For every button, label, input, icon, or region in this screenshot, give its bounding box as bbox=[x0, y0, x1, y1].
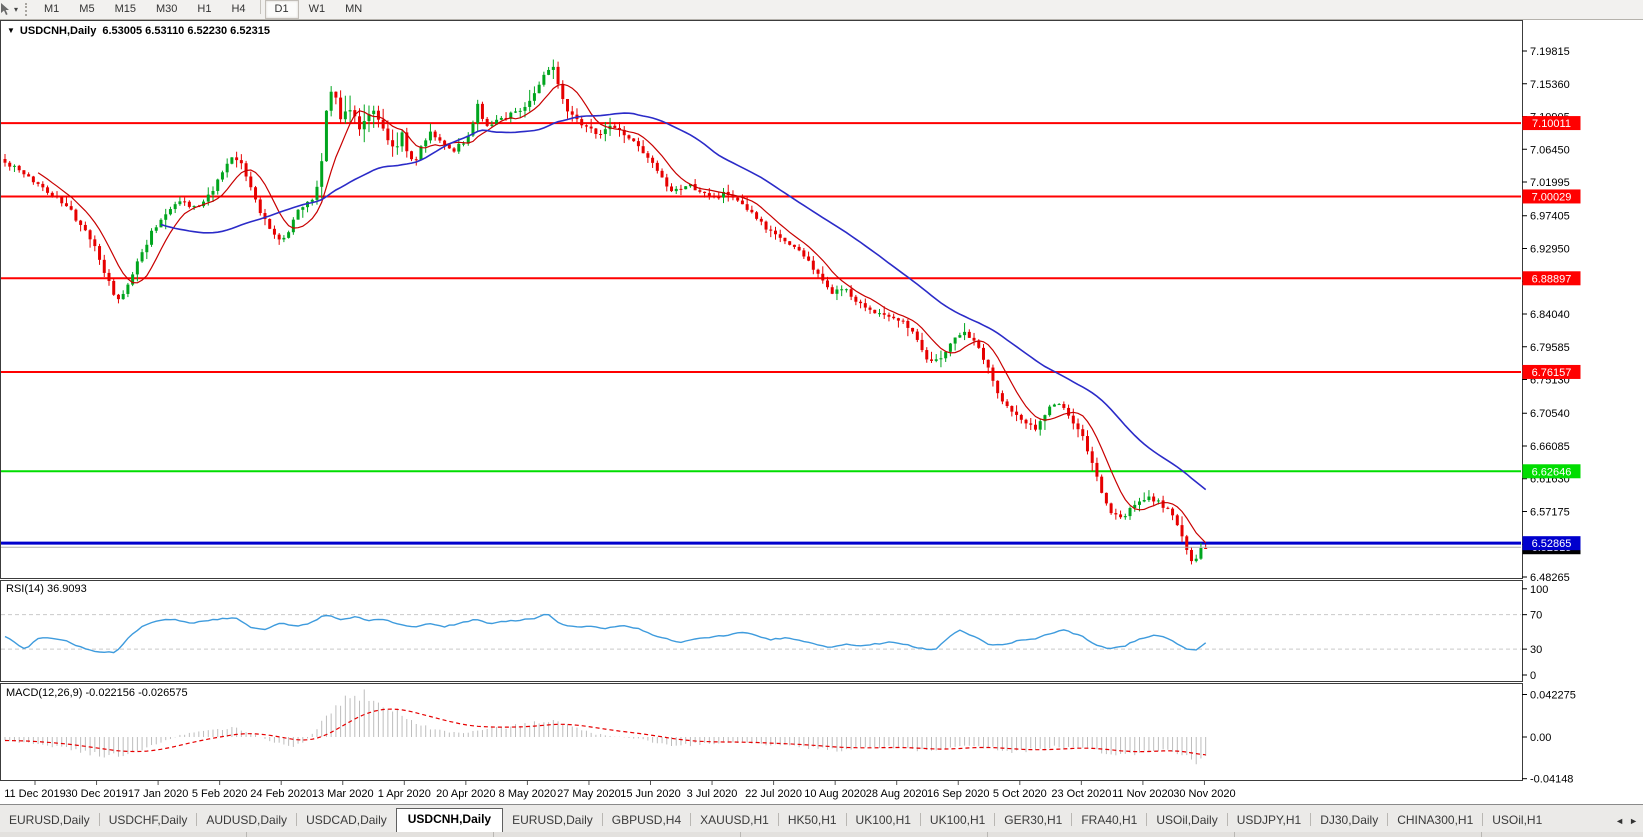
chart-title: ▼ USDCNH,Daily 6.53005 6.53110 6.52230 6.5… bbox=[7, 25, 270, 37]
chart-tab-usdcnh-daily-4[interactable]: USDCNH,Daily bbox=[396, 808, 503, 832]
svg-text:30: 30 bbox=[1530, 644, 1542, 656]
chart-tab-eurusd-daily-0[interactable]: EURUSD,Daily bbox=[0, 810, 99, 832]
svg-text:23 Oct 2020: 23 Oct 2020 bbox=[1051, 788, 1111, 800]
svg-text:10 Aug 2020: 10 Aug 2020 bbox=[804, 788, 866, 800]
svg-text:24 Feb 2020: 24 Feb 2020 bbox=[250, 788, 312, 800]
svg-text:6.66085: 6.66085 bbox=[1530, 441, 1570, 453]
mt4-chart-window: ▾ M1M5M15M30H1H4D1W1MN 7.198157.153607.1… bbox=[0, 0, 1643, 837]
macd-name: MACD(12,26,9) bbox=[6, 687, 82, 699]
svg-text:6.97405: 6.97405 bbox=[1530, 211, 1570, 223]
svg-text:0.00: 0.00 bbox=[1530, 732, 1551, 744]
svg-text:7.06450: 7.06450 bbox=[1530, 144, 1570, 156]
svg-text:0.042275: 0.042275 bbox=[1530, 690, 1576, 702]
svg-text:6.92950: 6.92950 bbox=[1530, 243, 1570, 255]
svg-text:22 Jul 2020: 22 Jul 2020 bbox=[745, 788, 802, 800]
svg-text:15 Jun 2020: 15 Jun 2020 bbox=[620, 788, 681, 800]
chart-tab-uk100-h1-9[interactable]: UK100,H1 bbox=[847, 810, 920, 832]
chart-tab-usoil-daily-13[interactable]: USOil,Daily bbox=[1147, 810, 1226, 832]
svg-text:28 Aug 2020: 28 Aug 2020 bbox=[866, 788, 928, 800]
svg-text:16 Sep 2020: 16 Sep 2020 bbox=[927, 788, 989, 800]
svg-text:6.88897: 6.88897 bbox=[1532, 273, 1572, 285]
svg-text:1 Apr 2020: 1 Apr 2020 bbox=[378, 788, 431, 800]
chart-tab-hk50-h1-8[interactable]: HK50,H1 bbox=[779, 810, 846, 832]
svg-text:3 Jul 2020: 3 Jul 2020 bbox=[687, 788, 738, 800]
time-axis[interactable]: 11 Dec 201930 Dec 201917 Jan 20205 Feb 2… bbox=[4, 781, 1235, 800]
chart-tab-fra40-h1-12[interactable]: FRA40,H1 bbox=[1072, 810, 1146, 832]
rsi-axis[interactable]: 100 70 30 0 bbox=[1522, 584, 1548, 682]
svg-text:7.00029: 7.00029 bbox=[1532, 191, 1572, 203]
ohlc-values: 6.53005 6.53110 6.52230 6.52315 bbox=[102, 25, 270, 37]
panel-frames bbox=[1, 21, 1523, 781]
chart-tabs-bar: EURUSD,DailyUSDCHF,DailyAUDUSD,DailyUSDC… bbox=[0, 804, 1643, 832]
svg-text:6.70540: 6.70540 bbox=[1530, 408, 1570, 420]
svg-text:13 Mar 2020: 13 Mar 2020 bbox=[312, 788, 374, 800]
svg-text:5 Oct 2020: 5 Oct 2020 bbox=[993, 788, 1047, 800]
svg-text:11 Nov 2020: 11 Nov 2020 bbox=[1112, 788, 1174, 800]
chart-tab-usdcad-daily-3[interactable]: USDCAD,Daily bbox=[297, 810, 396, 832]
svg-text:17 Jan 2020: 17 Jan 2020 bbox=[128, 788, 189, 800]
svg-text:100: 100 bbox=[1530, 584, 1548, 596]
chart-tab-gbpusd-h4-6[interactable]: GBPUSD,H4 bbox=[603, 810, 690, 832]
chart-tab-usoil-h1-17[interactable]: USOil,H1 bbox=[1483, 810, 1551, 832]
chart-tab-xauusd-h1-7[interactable]: XAUUSD,H1 bbox=[691, 810, 778, 832]
svg-text:30 Dec 2019: 30 Dec 2019 bbox=[65, 788, 127, 800]
svg-text:6.57175: 6.57175 bbox=[1530, 506, 1570, 518]
svg-text:20 Apr 2020: 20 Apr 2020 bbox=[436, 788, 495, 800]
svg-text:0: 0 bbox=[1530, 670, 1536, 682]
chart-tab-usdjpy-h1-14[interactable]: USDJPY,H1 bbox=[1228, 810, 1310, 832]
chart-tab-dj30-daily-15[interactable]: DJ30,Daily bbox=[1311, 810, 1387, 832]
svg-text:70: 70 bbox=[1530, 610, 1542, 622]
symbol-name: USDCNH,Daily bbox=[20, 25, 96, 37]
symbol-dropdown-icon[interactable]: ▼ bbox=[7, 26, 15, 35]
svg-text:7.15360: 7.15360 bbox=[1530, 79, 1570, 91]
svg-text:5 Feb 2020: 5 Feb 2020 bbox=[192, 788, 248, 800]
chart-tab-usdchf-daily-1[interactable]: USDCHF,Daily bbox=[100, 810, 197, 832]
macd-axis[interactable]: 0.042275 0.00 -0.04148 bbox=[1522, 690, 1576, 786]
svg-text:-0.04148: -0.04148 bbox=[1530, 774, 1573, 786]
rsi-name: RSI(14) bbox=[6, 583, 44, 595]
tab-scroll-arrows: ◄► bbox=[1613, 816, 1643, 832]
svg-text:6.52865: 6.52865 bbox=[1532, 538, 1572, 550]
chart-tab-eurusd-daily-5[interactable]: EURUSD,Daily bbox=[503, 810, 602, 832]
svg-text:30 Nov 2020: 30 Nov 2020 bbox=[1173, 788, 1235, 800]
svg-text:7.19815: 7.19815 bbox=[1530, 46, 1570, 58]
svg-text:6.76157: 6.76157 bbox=[1532, 367, 1572, 379]
svg-text:6.79585: 6.79585 bbox=[1530, 342, 1570, 354]
tab-scroll-left-icon[interactable]: ◄ bbox=[1615, 816, 1624, 826]
svg-text:11 Dec 2019: 11 Dec 2019 bbox=[4, 788, 66, 800]
svg-text:7.10011: 7.10011 bbox=[1532, 118, 1571, 130]
rsi-value: 36.9093 bbox=[47, 583, 87, 595]
chart-tab-uk100-h1-10[interactable]: UK100,H1 bbox=[921, 810, 994, 832]
svg-text:7.01995: 7.01995 bbox=[1530, 177, 1570, 189]
macd-values: -0.022156 -0.026575 bbox=[85, 687, 187, 699]
svg-text:6.62646: 6.62646 bbox=[1532, 466, 1572, 478]
chart-tab-ger30-h1-11[interactable]: GER30,H1 bbox=[995, 810, 1071, 832]
chart-tab-china300-h1-16[interactable]: CHINA300,H1 bbox=[1388, 810, 1482, 832]
svg-text:6.48265: 6.48265 bbox=[1530, 572, 1570, 584]
macd-indicator-label: MACD(12,26,9) -0.022156 -0.026575 bbox=[6, 687, 188, 699]
chart-canvas[interactable]: 7.198157.153607.109057.064507.019956.974… bbox=[0, 0, 1643, 837]
svg-text:8 May 2020: 8 May 2020 bbox=[499, 788, 556, 800]
svg-text:27 May 2020: 27 May 2020 bbox=[557, 788, 621, 800]
chart-tab-audusd-daily-2[interactable]: AUDUSD,Daily bbox=[197, 810, 296, 832]
tab-scroll-right-icon[interactable]: ► bbox=[1629, 816, 1638, 826]
rsi-indicator-label: RSI(14) 36.9093 bbox=[6, 583, 87, 595]
svg-text:6.84040: 6.84040 bbox=[1530, 309, 1570, 321]
